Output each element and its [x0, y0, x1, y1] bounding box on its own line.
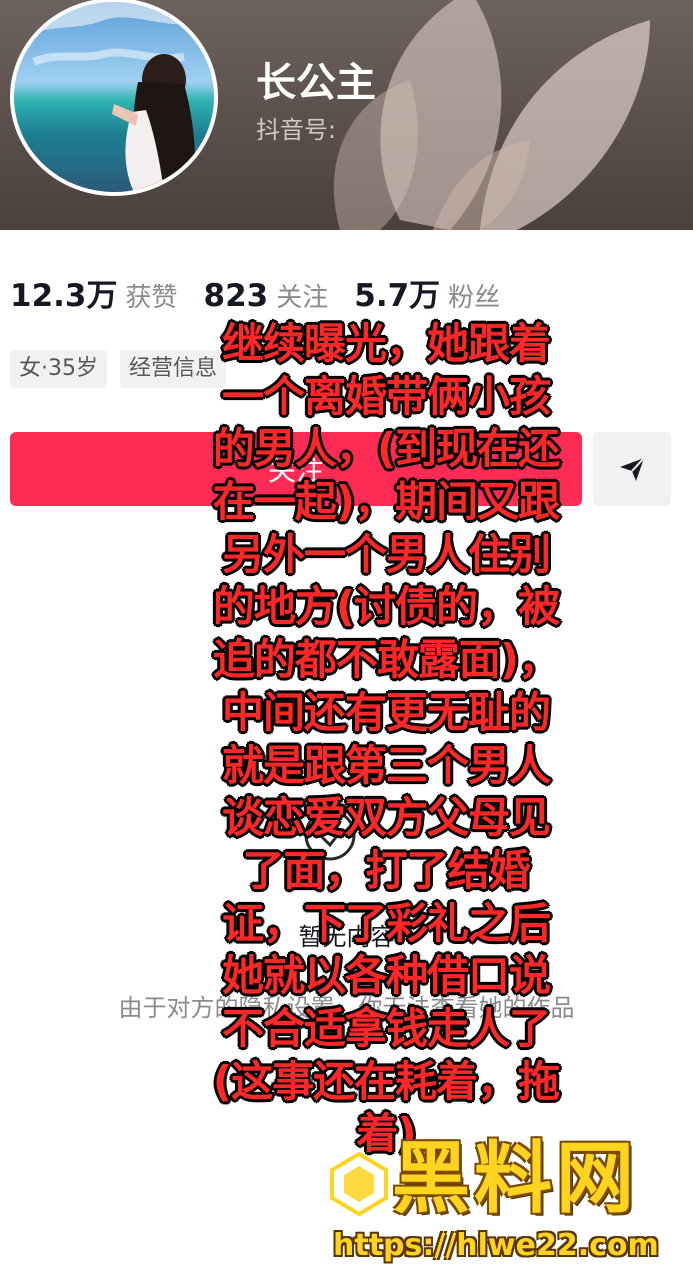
likes-label: 获赞: [125, 283, 178, 313]
overlay-line: 追的都不敢露面)，: [212, 635, 560, 685]
send-icon: [620, 457, 645, 481]
following-count[interactable]: 823: [204, 278, 269, 314]
following-label[interactable]: 关注: [276, 277, 328, 314]
avatar[interactable]: [10, 0, 218, 196]
overlay-line: 证，下了彩礼之后: [221, 898, 551, 948]
profile-stats: 12.3万 获赞 823 关注 5.7万 粉丝: [10, 270, 526, 314]
overlay-line: (这事还在耗着，拖: [212, 1056, 560, 1106]
watermark-brand: 黑料网: [392, 1134, 639, 1224]
watermark-url: https://hlwe22.com: [333, 1228, 659, 1263]
overlay-line: 继续曝光，她跟着: [221, 319, 551, 368]
overlay-line: 不合适拿钱走人了: [221, 1003, 551, 1053]
overlay-line: 她就以各种借口说: [221, 951, 551, 1001]
lotus-background-image: [333, 0, 650, 230]
overlay-line: 另外一个男人住别: [221, 529, 551, 579]
douyin-id-label: 抖音号:: [256, 116, 337, 144]
overlay-line: 的地方(讨债的，被: [212, 582, 560, 632]
followers-label[interactable]: 粉丝: [448, 277, 500, 314]
overlay-line: 了面，打了结婚: [242, 845, 530, 895]
overlay-caption: 继续曝光，她跟着 一个离婚带俩小孩 的男人，(到现在还 在一起)，期间又跟 另外…: [196, 318, 576, 1161]
share-button[interactable]: [593, 432, 671, 506]
overlay-line: 中间还有更无耻的: [221, 687, 551, 737]
overlay-line: 谈恋爱双方父母见: [221, 793, 551, 843]
gender-age-tag: 女·35岁: [10, 350, 107, 388]
profile-header: 长公主 抖音号:: [0, 0, 693, 230]
avatar-photo-icon: [14, 2, 214, 192]
overlay-line: 一个离婚带俩小孩: [221, 371, 551, 421]
followers-count[interactable]: 5.7万: [354, 270, 440, 315]
profile-name: 长公主: [256, 60, 376, 106]
overlay-line: 的男人，(到现在还: [212, 424, 560, 474]
overlay-line: 就是跟第三个男人: [221, 740, 551, 790]
overlay-line: 在一起)，期间又跟: [212, 477, 560, 527]
likes-count: 12.3万: [10, 278, 118, 314]
watermark-logo-icon: [330, 1152, 388, 1216]
